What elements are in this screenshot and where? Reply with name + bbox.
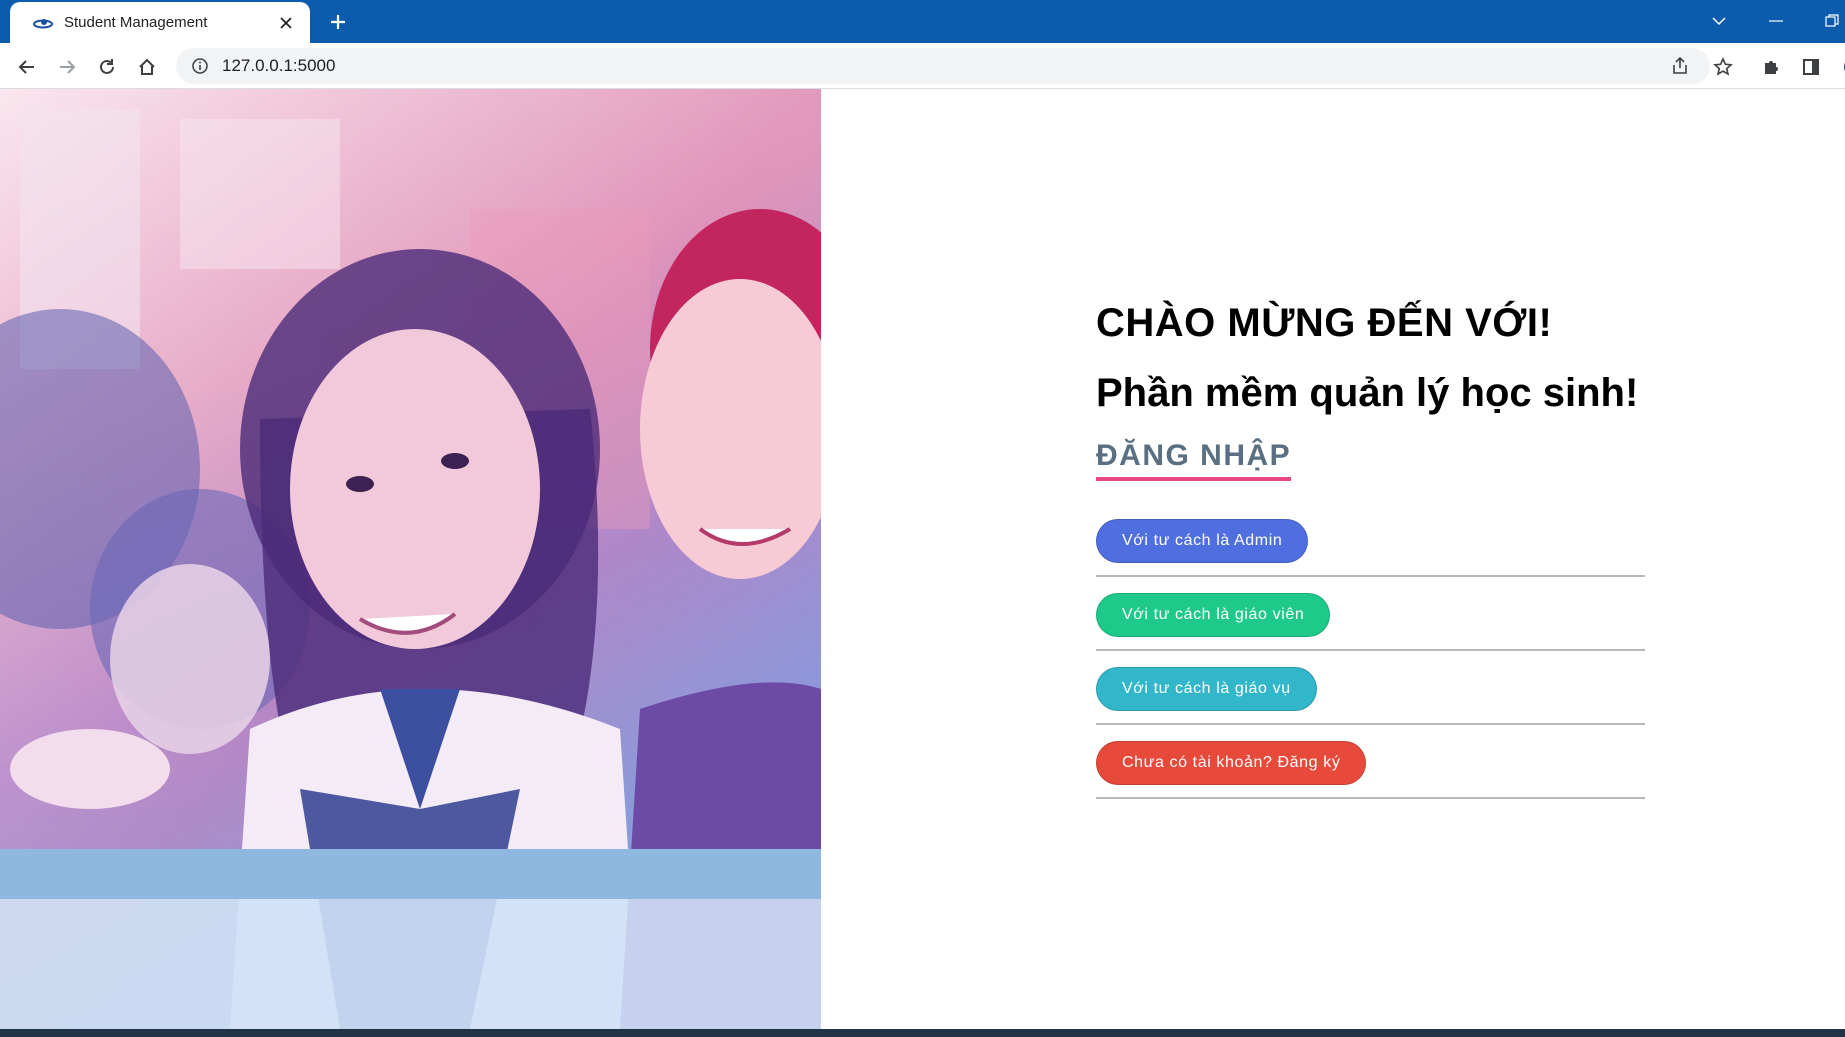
tab-close-icon[interactable]	[276, 13, 296, 33]
students-hero-image	[0, 89, 821, 1029]
login-heading: ĐĂNG NHẬP	[1096, 439, 1292, 481]
browser-tab-strip: Student Management	[0, 0, 1845, 43]
site-info-icon[interactable]	[190, 56, 210, 76]
page-body: CHÀO MỪNG ĐẾN VỚI! Phần mềm quản lý học …	[0, 89, 1845, 1029]
tab-title: Student Management	[64, 14, 208, 31]
bookmark-star-icon[interactable]	[1709, 53, 1737, 81]
login-option-row: Với tư cách là Admin	[1096, 519, 1645, 577]
login-option-row: Với tư cách là giáo vụ	[1096, 667, 1645, 725]
profile-avatar-icon[interactable]	[1834, 53, 1845, 81]
back-arrow-icon[interactable]	[13, 53, 41, 81]
app-subtitle: Phần mềm quản lý học sinh!	[1096, 371, 1639, 415]
extensions-puzzle-icon[interactable]	[1757, 53, 1785, 81]
login-option-row: Chưa có tài khoản? Đăng ký	[1096, 741, 1645, 799]
share-icon[interactable]	[1666, 52, 1694, 80]
browser-tab-active[interactable]: Student Management	[10, 2, 310, 43]
login-teacher-button[interactable]: Với tư cách là giáo viên	[1096, 593, 1331, 637]
login-admin-button[interactable]: Với tư cách là Admin	[1096, 519, 1309, 563]
welcome-heading: CHÀO MỪNG ĐẾN VỚI!	[1096, 301, 1553, 345]
forward-arrow-icon[interactable]	[53, 53, 81, 81]
address-bar[interactable]: 127.0.0.1:5000	[176, 48, 1710, 84]
side-panel-icon[interactable]	[1797, 53, 1825, 81]
login-option-row: Với tư cách là giáo viên	[1096, 593, 1645, 651]
home-icon[interactable]	[133, 53, 161, 81]
login-panel: CHÀO MỪNG ĐẾN VỚI! Phần mềm quản lý học …	[1096, 299, 1656, 815]
restore-icon[interactable]	[1818, 8, 1845, 34]
address-url: 127.0.0.1:5000	[222, 56, 336, 75]
minimize-icon[interactable]	[1762, 8, 1790, 34]
login-staff-button[interactable]: Với tư cách là giáo vụ	[1096, 667, 1317, 711]
browser-toolbar: 127.0.0.1:5000	[0, 43, 1845, 89]
register-button[interactable]: Chưa có tài khoản? Đăng ký	[1096, 741, 1367, 785]
tab-search-chevron-icon[interactable]	[1705, 8, 1733, 34]
taskbar-strip	[0, 1029, 1845, 1037]
new-tab-plus-icon[interactable]	[326, 10, 350, 34]
site-favicon-icon	[32, 15, 54, 31]
reload-icon[interactable]	[93, 53, 121, 81]
